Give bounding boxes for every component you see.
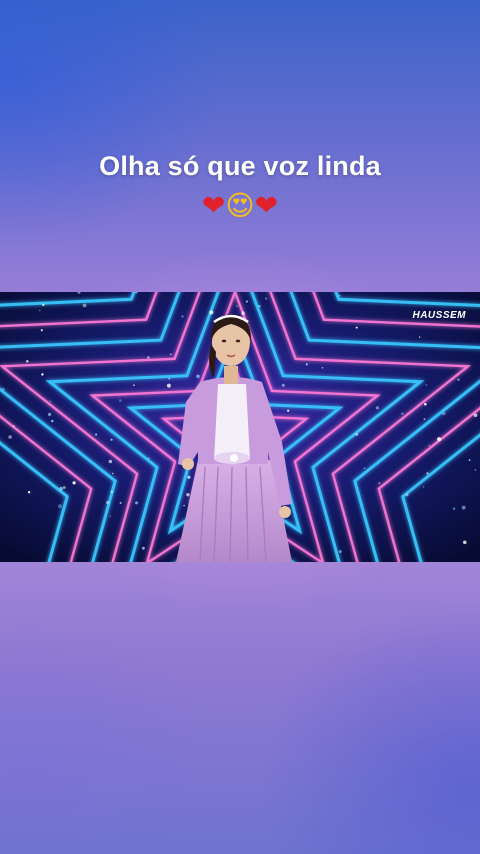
sparkle (110, 490, 113, 493)
sparkle (40, 329, 43, 332)
sparkle (457, 378, 460, 381)
sparkle (437, 437, 442, 442)
sparkle (426, 472, 429, 475)
heart-emoji-icon: ❤ (201, 189, 226, 222)
sparkle (8, 435, 12, 439)
sparkle (42, 303, 45, 307)
sparkle (106, 501, 110, 505)
sparkle (187, 475, 191, 479)
sparkle (12, 425, 16, 428)
sparkle (59, 486, 63, 491)
sparkle (186, 493, 190, 497)
sparkle (305, 363, 308, 366)
sparkle (405, 493, 409, 497)
sparkle (49, 400, 52, 403)
sparkle (110, 438, 113, 441)
sparkle (363, 467, 366, 470)
sparkle (135, 501, 138, 505)
sparkle (112, 472, 114, 475)
sparkle (209, 310, 214, 315)
sparkle (168, 377, 171, 380)
heart-eyes-emoji-icon: 😍 (225, 189, 255, 222)
sparkle (355, 433, 359, 436)
sparkle (169, 353, 172, 356)
sparkle (338, 550, 342, 554)
sparkle (281, 383, 285, 387)
heart-emoji-icon: ❤ (254, 189, 279, 222)
sparkle (183, 504, 185, 507)
sparkle (108, 459, 113, 464)
sparkle (423, 418, 426, 420)
sparkle (422, 486, 425, 488)
sparkle (428, 444, 430, 447)
sparkle (109, 515, 112, 517)
sparkle (241, 311, 245, 315)
sparkle (47, 412, 52, 417)
sparkle (287, 409, 290, 412)
caption: Olha só que voz linda ❤😍❤ (0, 148, 480, 224)
sparkle (51, 419, 54, 423)
sparkle (378, 482, 381, 485)
sparkle (463, 540, 467, 545)
caption-text: Olha só que voz linda (99, 151, 381, 181)
sparkle (355, 326, 358, 329)
sparkle (236, 305, 239, 308)
sparkle (147, 356, 150, 359)
sparkle (26, 360, 29, 363)
sparkle (119, 502, 122, 504)
sparkle (419, 336, 421, 338)
sparkle (72, 481, 76, 485)
sparkle (452, 507, 456, 510)
sparkle (69, 380, 72, 382)
sparkle (82, 303, 87, 308)
sparkle (41, 373, 44, 376)
sparkle (38, 309, 41, 312)
sparkle (2, 387, 5, 391)
sparkle (245, 300, 248, 303)
sparkle (181, 315, 184, 318)
sparkle (474, 469, 477, 471)
sparkle (196, 374, 200, 378)
sparkle (148, 457, 150, 459)
sparkle (442, 411, 446, 416)
sparkle (95, 433, 98, 436)
sparkle (401, 412, 404, 415)
sparkle (375, 406, 379, 410)
sparkle (321, 367, 324, 369)
sparkle (58, 504, 62, 509)
sparkle (142, 546, 145, 550)
story-screen: Olha só que voz linda ❤😍❤ HAUSSEM (0, 0, 480, 854)
sparkle (468, 459, 471, 461)
sparkle (425, 384, 428, 386)
sparkle (119, 399, 122, 402)
sparkle (265, 297, 268, 300)
video-frame (0, 292, 480, 562)
sparkle (133, 384, 135, 387)
sparkle (166, 383, 171, 388)
sparkle (27, 491, 31, 494)
sparkle (424, 402, 427, 406)
video-watermark: HAUSSEM (412, 310, 466, 321)
sparkle (62, 486, 66, 489)
sparkle (461, 505, 466, 510)
sparkle (473, 413, 478, 417)
sparkle (258, 305, 261, 308)
emoji-row: ❤😍❤ (0, 188, 480, 224)
sparkle (338, 294, 341, 297)
video-player[interactable]: HAUSSEM (0, 292, 480, 562)
